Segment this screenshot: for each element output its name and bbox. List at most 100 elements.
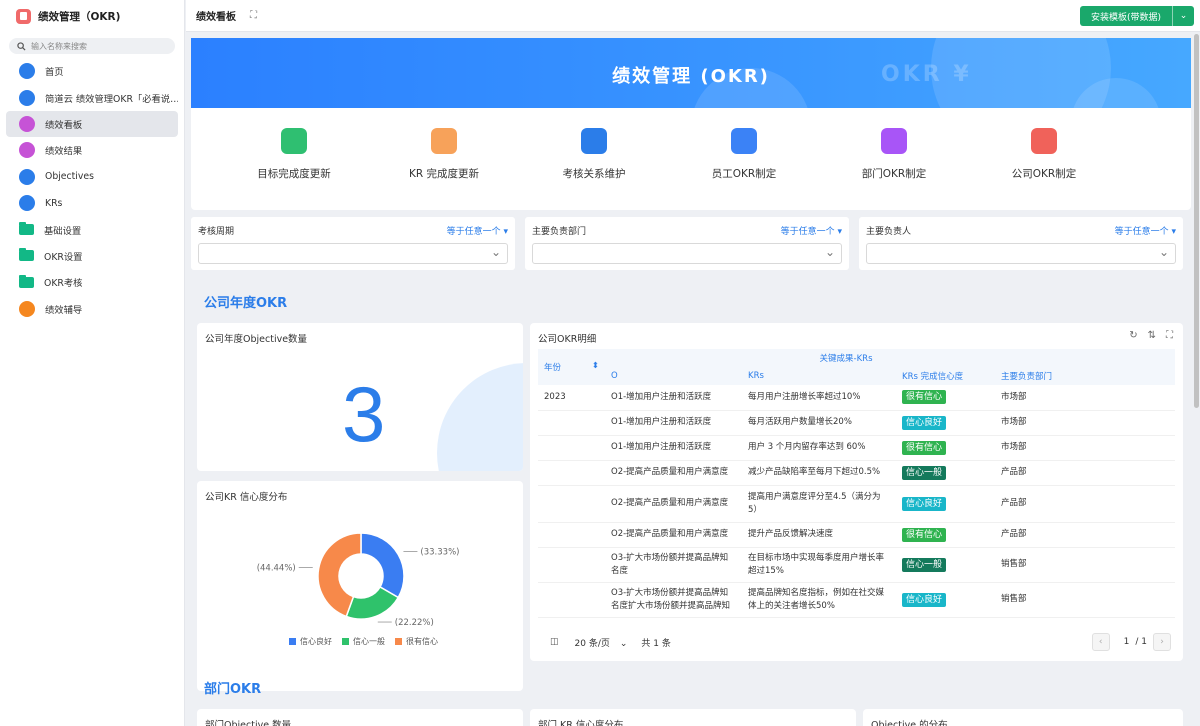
filter-operator[interactable]: 等于任意一个 ▾: [1115, 224, 1176, 237]
quick-link-label: KR 完成度更新: [408, 168, 480, 180]
card-toolbar: ↻ ⇅ ⛶: [1129, 330, 1173, 341]
prev-page-button[interactable]: ‹: [1091, 633, 1110, 651]
table-row[interactable]: O2-提高产品质量和用户满意度 提升产品反馈解决速度 很有信心 产品部: [538, 522, 1176, 548]
cell-year: [538, 435, 605, 461]
pie-label: (33.33%): [420, 548, 459, 558]
pie-label: (44.44%): [257, 563, 296, 573]
sidebar-item-3[interactable]: 绩效结果: [6, 137, 178, 163]
filter-operator[interactable]: 等于任意一个 ▾: [781, 224, 842, 237]
confidence-badge: 信心一般: [902, 557, 947, 572]
columns-icon[interactable]: ◫: [550, 637, 559, 647]
dashboard-main: OKR ¥ 绩效管理 (OKR) 目标完成度更新 KR 完成度更新 考核关系维护 员工…: [186, 32, 1191, 726]
cell-kr: 减少产品缺陷率至每月下超过0.5%: [742, 460, 896, 486]
cell-dept: 产品部: [995, 485, 1088, 523]
search-input[interactable]: 输入名称来搜索: [9, 38, 175, 54]
filter-select[interactable]: [198, 243, 508, 264]
table-row[interactable]: O1-增加用户注册和活跃度 每月活跃用户数量增长20% 信心良好 市场部: [538, 410, 1176, 436]
mail-icon: [431, 128, 457, 154]
next-page-button[interactable]: ›: [1153, 633, 1171, 651]
sidebar-item-label: Objectives: [45, 171, 94, 183]
legend-label: 很有信心: [406, 637, 438, 646]
cell-o: O2-提高产品质量和用户满意度: [605, 522, 742, 548]
fullscreen-icon[interactable]: ⛶: [250, 10, 257, 21]
table-row[interactable]: O2-提高产品质量和用户满意度 提高用户满意度评分至4.5（满分为5） 信心良好 产品…: [538, 485, 1176, 523]
cell-dept: 销售部: [995, 582, 1088, 618]
cell-confidence: 很有信心: [896, 385, 995, 411]
quick-link-5[interactable]: 公司OKR制定: [969, 128, 1119, 210]
cell-kr: 在目标市场中实现每季度用户增长率超过15%: [742, 547, 896, 583]
scrollbar[interactable]: [1194, 34, 1200, 726]
col-krs[interactable]: KRs: [742, 367, 896, 385]
dept-kr-card: 部门 KR 信心度分布: [530, 709, 856, 726]
sidebar-item-0[interactable]: 首页: [6, 58, 178, 84]
filter-select[interactable]: [532, 243, 842, 264]
cell-dept: 市场部: [995, 435, 1088, 461]
quick-link-label: 目标完成度更新: [257, 168, 331, 180]
sidebar-item-1[interactable]: 简道云 绩效管理OKR「必看说…: [6, 84, 178, 110]
folder-icon: [19, 248, 34, 262]
page-size-select[interactable]: 20 条/页 ⌄: [575, 636, 628, 649]
confidence-badge: 信心良好: [902, 496, 947, 511]
table-row[interactable]: 2023 O1-增加用户注册和活跃度 每月用户注册增长率超过10% 很有信心 市场部: [538, 385, 1176, 411]
sidebar-item-4[interactable]: Objectives: [6, 164, 178, 190]
quick-links: 目标完成度更新 KR 完成度更新 考核关系维护 员工OKR制定 部门OKR制定 公司OKR…: [191, 108, 1191, 210]
sidebar-item-9[interactable]: 绩效辅导: [6, 296, 178, 322]
quick-link-1[interactable]: KR 完成度更新: [369, 128, 519, 210]
cell-o: O1-增加用户注册和活跃度: [605, 435, 742, 461]
legend-item[interactable]: 很有信心: [395, 636, 438, 647]
legend-label: 信心一般: [353, 637, 385, 646]
quick-link-3[interactable]: 员工OKR制定: [669, 128, 819, 210]
filter-operator[interactable]: 等于任意一个 ▾: [447, 224, 508, 237]
filter-0: 考核周期 等于任意一个 ▾: [191, 217, 515, 270]
quick-link-0[interactable]: 目标完成度更新: [219, 128, 369, 210]
scrollbar-thumb[interactable]: [1194, 34, 1199, 408]
legend-item[interactable]: 信心良好: [289, 636, 332, 647]
table-row[interactable]: O3-扩大市场份额并提高品牌知名度 在目标市场中实现每季度用户增长率超过15% 信心…: [538, 547, 1176, 583]
sidebar-item-2[interactable]: 绩效看板: [6, 110, 178, 138]
confidence-badge: 很有信心: [902, 527, 947, 542]
sidebar-item-label: 绩效看板: [45, 119, 83, 131]
refresh-icon[interactable]: ↻: [1129, 330, 1137, 341]
cell-kr: 提升产品反馈解决速度: [742, 522, 896, 548]
page-total: / 1: [1135, 637, 1147, 647]
quick-link-4[interactable]: 部门OKR制定: [819, 128, 969, 210]
table-row[interactable]: O1-增加用户注册和活跃度 用户 3 个月内留存率达到 60% 很有信心 市场部: [538, 435, 1176, 461]
sort-icon[interactable]: ⇅: [1148, 330, 1156, 341]
section-title-dept: 部门OKR: [204, 682, 262, 697]
sort-icon[interactable]: ⬍: [592, 361, 599, 371]
legend-item[interactable]: 信心一般: [342, 636, 385, 647]
total-count: 共 1 条: [641, 638, 671, 649]
sidebar-item-7[interactable]: OKR设置: [6, 243, 178, 269]
cell-o: O2-提高产品质量和用户满意度: [605, 485, 742, 523]
cell-o: O3-扩大市场份额并提高品牌知名度: [605, 547, 742, 583]
sidebar-item-label: 绩效结果: [45, 146, 83, 158]
sidebar-item-5[interactable]: KRs: [6, 190, 178, 216]
flag-icon: [281, 128, 307, 154]
col-confidence[interactable]: KRs 完成信心度: [896, 367, 995, 385]
table-row[interactable]: O3-扩大市场份额并提高品牌知名度扩大市场份额并提高品牌知 提高品牌知名度指标，例…: [538, 582, 1176, 618]
install-template-button[interactable]: 安装模板(带数据) ⌄: [1080, 6, 1194, 26]
sidebar-item-8[interactable]: OKR考核: [6, 269, 178, 295]
bookmark-icon: [19, 195, 35, 212]
sidebar-item-6[interactable]: 基础设置: [6, 216, 178, 242]
sidebar-item-label: KRs: [45, 197, 63, 209]
filter-select[interactable]: [866, 243, 1176, 264]
confidence-badge: 很有信心: [902, 390, 947, 405]
cell-dept: 产品部: [995, 522, 1088, 548]
kr-confidence-card: 公司KR 信心度分布 (33.33%) (22.22%) (44.44%) 信心良好…: [197, 481, 523, 691]
cell-year: 2023: [538, 385, 605, 411]
col-dept[interactable]: 主要负责部门: [995, 367, 1088, 385]
group-header: 关键成果-KRs: [605, 349, 1088, 367]
filter-label: 考核周期: [198, 227, 235, 237]
col-year[interactable]: 年份 ⬍: [538, 349, 605, 385]
table-row[interactable]: O2-提高产品质量和用户满意度 减少产品缺陷率至每月下超过0.5% 信心一般 产品部: [538, 460, 1176, 486]
tab-dashboard[interactable]: 绩效看板: [196, 8, 236, 23]
legend-swatch: [342, 638, 349, 645]
expand-icon[interactable]: ⛶: [1166, 330, 1173, 341]
top-bar: 绩效看板 ⛶ 安装模板(带数据) ⌄: [186, 0, 1200, 32]
quick-link-2[interactable]: 考核关系维护: [519, 128, 669, 210]
cell-confidence: 信心良好: [896, 410, 995, 436]
col-o[interactable]: O: [605, 367, 742, 385]
chevron-down-icon[interactable]: ⌄: [1172, 6, 1194, 26]
page-current[interactable]: 1: [1124, 637, 1130, 647]
